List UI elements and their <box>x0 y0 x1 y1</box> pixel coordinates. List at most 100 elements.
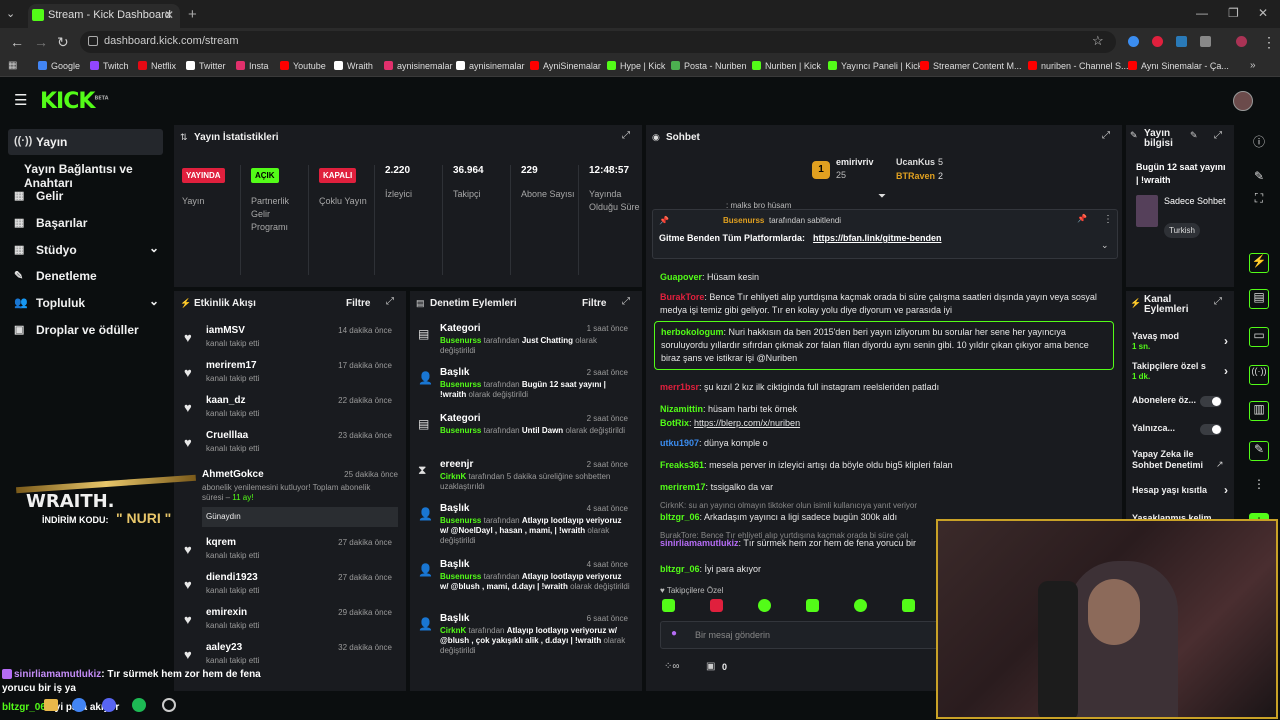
bookmark-item[interactable]: Google <box>38 61 80 71</box>
bookmark-item[interactable]: AyniSinemalar <box>530 61 601 71</box>
profile-avatar-icon[interactable] <box>1236 36 1247 47</box>
chrome-app-icon[interactable] <box>72 698 86 712</box>
emote-icon[interactable] <box>854 599 867 612</box>
bookmark-item[interactable]: Aynı Sinemalar - Ça... <box>1128 61 1229 71</box>
chat-username[interactable]: BotRix <box>660 418 689 428</box>
bookmark-item[interactable]: Posta - Nuriben <box>671 61 747 71</box>
chat-username[interactable]: Freaks361 <box>660 460 704 470</box>
sidebar-item[interactable]: ▦ Stüdyo ⌄ <box>8 237 163 263</box>
sidebar-item[interactable]: ((·)) Yayın <box>8 129 163 155</box>
menu-icon[interactable]: ☰ <box>14 91 27 109</box>
follower-name[interactable]: iamMSV <box>206 325 245 336</box>
bookmark-star-icon[interactable]: ☆ <box>1092 33 1104 49</box>
subs-only-toggle[interactable] <box>1200 396 1222 407</box>
chat-username[interactable]: Nizamittin <box>660 404 703 414</box>
sidebar-item[interactable]: ▦ Gelir <box>8 183 163 209</box>
bookmark-item[interactable]: Youtube <box>280 61 326 71</box>
bookmark-item[interactable]: aynisinemalar <box>384 61 453 71</box>
chat-username[interactable]: merirem17 <box>660 482 706 492</box>
broadcast-icon[interactable]: ((·)) <box>1249 365 1269 385</box>
emote-only-toggle[interactable] <box>1200 424 1222 435</box>
close-tab-icon[interactable]: ✕ <box>164 8 174 22</box>
discord-app-icon[interactable] <box>102 698 116 712</box>
extension-icon[interactable] <box>1176 36 1187 47</box>
minimize-icon[interactable]: — <box>1196 6 1208 20</box>
chat-input[interactable]: ● Bir mesaj gönderin <box>660 621 940 649</box>
maximize-icon[interactable]: ❐ <box>1228 6 1239 20</box>
collapse-icon[interactable]: ⌄ <box>1101 240 1109 251</box>
mic-icon[interactable]: ● <box>671 628 677 639</box>
follower-name[interactable]: kaan_dz <box>206 395 245 406</box>
filter-button[interactable]: Filtre <box>346 298 370 309</box>
kick-logo[interactable]: KICKBETA <box>40 89 109 114</box>
follower-name[interactable]: diendi1923 <box>206 572 258 583</box>
apps-grid-icon[interactable]: ▦ <box>8 60 17 71</box>
bookmark-item[interactable]: Insta <box>236 61 269 71</box>
close-window-icon[interactable]: ✕ <box>1258 6 1268 20</box>
popout-icon[interactable]: ⤢ <box>622 296 630 307</box>
edit-icon[interactable]: ✎ <box>1190 130 1198 141</box>
chat-username[interactable]: bltzgr_06 <box>660 512 700 522</box>
bookmark-item[interactable]: Streamer Content M... <box>920 61 1022 71</box>
back-icon[interactable]: ← <box>10 34 24 50</box>
chat-text[interactable]: https://blerp.com/x/nuriben <box>694 418 800 428</box>
popout-icon[interactable]: ⤢ <box>622 130 630 141</box>
bookmark-item[interactable]: Hype | Kick <box>607 61 665 71</box>
edit-icon[interactable]: ✎ <box>1249 169 1269 189</box>
extension-icon[interactable] <box>1128 36 1139 47</box>
bookmark-item[interactable]: nuriben - Channel S... <box>1028 61 1129 71</box>
user-avatar[interactable] <box>1233 91 1253 111</box>
follower-name[interactable]: Cruelllaa <box>206 430 248 441</box>
tab-search-icon[interactable]: ⌄ <box>6 7 15 20</box>
bookmark-item[interactable]: aynisinemalar <box>456 61 525 71</box>
chat-username[interactable]: bltzgr_06 <box>660 564 700 574</box>
emote-icon[interactable] <box>710 599 723 612</box>
settings-app-icon[interactable] <box>162 698 176 712</box>
chat-username[interactable]: herbokologum <box>661 327 724 337</box>
slow-mode-row[interactable]: Yavaş mod 1 sn. › <box>1132 331 1228 351</box>
emote-icon[interactable] <box>758 599 771 612</box>
folder-app-icon[interactable] <box>44 699 58 711</box>
popout-icon[interactable]: ⤢ <box>1214 296 1222 307</box>
lightning-icon[interactable]: ⚡ <box>1249 253 1269 273</box>
follower-name[interactable]: emirexin <box>206 607 247 618</box>
link-icon[interactable]: ⁘∞ <box>664 661 680 672</box>
new-tab-icon[interactable]: + <box>188 6 197 23</box>
followers-only-row[interactable]: Takipçilere özel s1 dk. › <box>1132 361 1228 381</box>
sidebar-item[interactable]: Yayın Bağlantısı ve Anahtarı <box>8 156 163 190</box>
ai-mod-row[interactable]: Yapay Zeka ile Sohbet Denetimi <box>1132 449 1212 471</box>
bookmark-item[interactable]: Yayıncı Paneli | Kick <box>828 61 922 71</box>
filter-button[interactable]: Filtre <box>582 298 606 309</box>
chat-username[interactable]: Guapover <box>660 272 702 282</box>
popout-icon[interactable]: ⤢ <box>386 296 394 307</box>
expand-leaderboard-icon[interactable]: ⏷ <box>878 191 886 202</box>
bookmark-item[interactable]: Netflix <box>138 61 176 71</box>
bookmark-item[interactable]: Wraith <box>334 61 373 71</box>
emote-icon[interactable] <box>662 599 675 612</box>
gift-icon[interactable]: ▣ <box>706 661 715 672</box>
info-icon[interactable]: ⓘ <box>1249 133 1269 153</box>
account-age-row[interactable]: Hesap yaşı kısıtla › <box>1132 483 1228 497</box>
follower-name[interactable]: aaley23 <box>206 642 242 653</box>
fullscreen-icon[interactable]: ⛶ <box>1249 191 1269 211</box>
browser-tab[interactable]: Stream - Kick Dashboard ✕ <box>28 4 180 28</box>
sidebar-item[interactable]: ▣ Droplar ve ödüller <box>8 317 163 343</box>
external-link-icon[interactable]: ↗ <box>1216 459 1224 470</box>
emote-icon[interactable] <box>806 599 819 612</box>
pinned-link[interactable]: https://bfan.link/gitme-benden <box>813 233 942 243</box>
popout-icon[interactable]: ⤢ <box>1214 130 1222 141</box>
follower-name[interactable]: kqrem <box>206 537 236 548</box>
address-bar[interactable]: dashboard.kick.com/stream <box>80 31 1116 53</box>
stats-icon[interactable]: ▥ <box>1249 401 1269 421</box>
emote-icon[interactable] <box>902 599 915 612</box>
chat-icon[interactable]: ▭ <box>1249 327 1269 347</box>
chat-username[interactable]: utku1907 <box>660 438 699 448</box>
spotify-app-icon[interactable] <box>132 698 146 712</box>
extensions-puzzle-icon[interactable] <box>1200 36 1211 47</box>
more-options-icon[interactable]: ⋮ <box>1103 214 1113 225</box>
unpin-icon[interactable]: 📌 <box>1077 214 1087 223</box>
chat-username[interactable]: merr1bsr <box>660 382 699 392</box>
chat-username[interactable]: BurakTore <box>660 292 704 302</box>
popout-icon[interactable]: ⤢ <box>1102 130 1110 141</box>
all-bookmarks-icon[interactable]: » <box>1250 60 1256 71</box>
